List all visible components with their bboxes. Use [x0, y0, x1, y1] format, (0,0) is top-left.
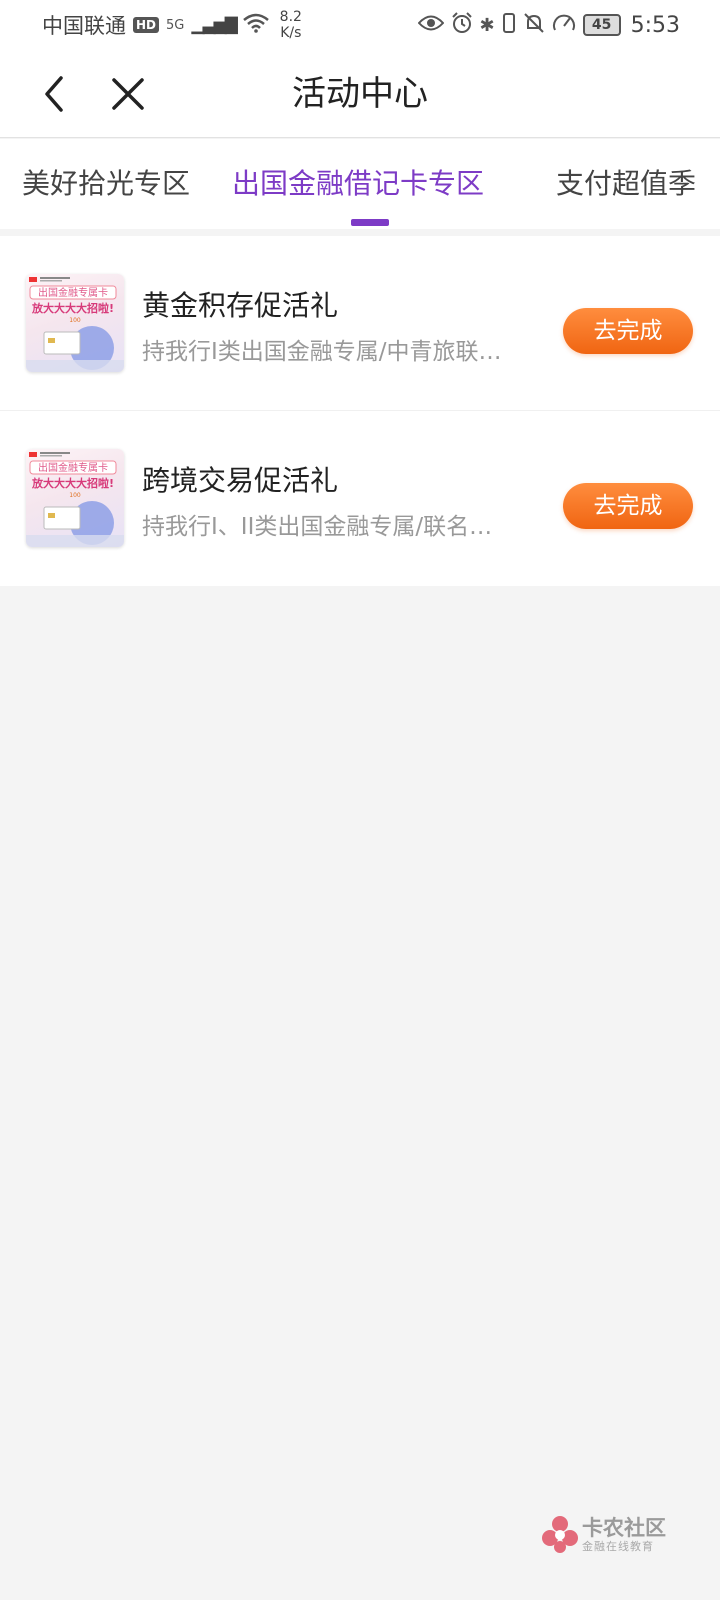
vibrate-icon: [502, 12, 516, 39]
clock: 5:53: [630, 12, 680, 38]
thumb-line2: 放大大大大招啦!: [31, 476, 114, 490]
chevron-left-icon: [45, 76, 63, 112]
active-tab-indicator: [351, 219, 389, 226]
thumb-line3: 100: [69, 317, 81, 324]
activity-title: 跨境交易促活礼: [142, 464, 339, 497]
carrier-name: 中国联通: [42, 14, 126, 38]
close-button[interactable]: [104, 70, 152, 118]
list-item[interactable]: 出国金融专属卡 放大大大大招啦! 100 黄金积存促活礼 持我行I类出国金融专属…: [0, 236, 720, 411]
back-button[interactable]: [30, 70, 78, 118]
close-icon: [112, 78, 144, 110]
alarm-icon: [451, 11, 473, 39]
battery-indicator: 45: [582, 14, 621, 36]
signal-icon: 5G: [166, 17, 185, 33]
tab-zhifu[interactable]: 支付超值季: [556, 139, 696, 229]
activity-thumbnail: 出国金融专属卡 放大大大大招啦! 100: [26, 449, 124, 547]
watermark: 卡农社区 金融在线教育: [540, 1510, 680, 1558]
title-bar: 活动中心: [0, 50, 720, 138]
speed-unit: K/s: [280, 25, 302, 41]
list-item[interactable]: 出国金融专属卡 放大大大大招啦! 100 跨境交易促活礼 持我行I、II类出国金…: [0, 411, 720, 586]
thumb-line3: 100: [69, 492, 81, 499]
bluetooth-icon: ✱: [479, 14, 495, 36]
wifi-icon: [242, 13, 269, 38]
tab-meihao[interactable]: 美好拾光专区: [22, 139, 190, 229]
network-speed: 8.2 K/s: [280, 9, 302, 41]
tab-bar: 美好拾光专区 出国金融借记卡专区 支付超值季: [0, 139, 720, 229]
thumb-line1: 出国金融专属卡: [38, 286, 108, 299]
signal-bars-icon: ▁▃▅▇: [191, 15, 237, 35]
speed-value: 8.2: [279, 9, 302, 25]
mute-bell-icon: [523, 12, 545, 39]
eye-icon: [417, 13, 444, 37]
activity-description: 持我行I、II类出国金融专属/联名…: [142, 514, 493, 540]
status-bar: 中国联通 HD 5G ▁▃▅▇ 8.2 K/s ✱ 45 5:53: [0, 0, 720, 50]
activity-thumbnail: 出国金融专属卡 放大大大大招啦! 100: [26, 274, 124, 372]
activity-title: 黄金积存促活礼: [142, 289, 339, 322]
activity-description: 持我行I类出国金融专属/中青旅联…: [142, 339, 502, 365]
kanong-logo-icon: [542, 1516, 578, 1553]
tab-chuguo-jinrong[interactable]: 出国金融借记卡专区: [232, 139, 484, 229]
watermark-subtitle: 金融在线教育: [582, 1540, 654, 1553]
thumb-line2: 放大大大大招啦!: [31, 301, 114, 315]
complete-button[interactable]: 去完成: [563, 308, 693, 354]
activity-list: 出国金融专属卡 放大大大大招啦! 100 黄金积存促活礼 持我行I类出国金融专属…: [0, 236, 720, 586]
thumb-line1: 出国金融专属卡: [38, 461, 108, 474]
hd-badge: HD: [133, 17, 160, 33]
complete-button[interactable]: 去完成: [563, 483, 693, 529]
speedometer-icon: [552, 12, 576, 39]
